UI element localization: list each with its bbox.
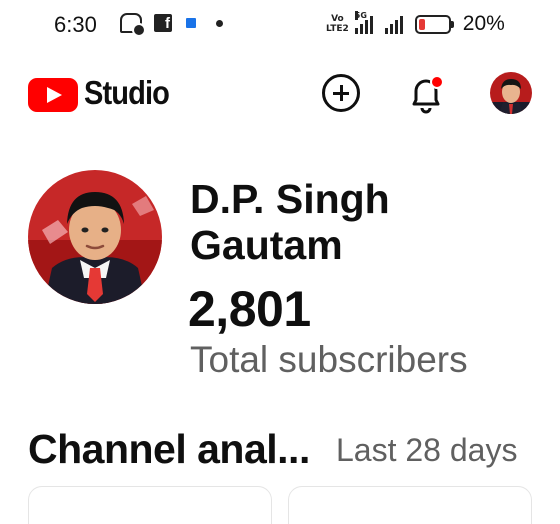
app-bar: Studio [0, 62, 560, 122]
channel-avatar[interactable] [28, 170, 162, 304]
analytics-card[interactable] [288, 486, 532, 524]
volte-label-top: Vo [331, 14, 344, 24]
status-bar: 6:30 f Vo LTE2 5G 20% [0, 0, 560, 48]
channel-name: D.P. Singh Gautam [190, 176, 390, 268]
notification-icons: f [120, 13, 223, 37]
signal-sim1-icon: 5G [354, 11, 373, 34]
more-notifications-dot-icon [216, 19, 223, 27]
battery-percent: 20% [462, 12, 505, 35]
analytics-date-range[interactable]: Last 28 days [336, 432, 517, 469]
youtube-logo-icon[interactable] [28, 78, 78, 112]
notification-badge [430, 75, 444, 89]
create-button[interactable] [322, 74, 360, 112]
status-time: 6:30 [54, 12, 97, 37]
account-avatar[interactable] [490, 72, 532, 114]
notifications-button[interactable] [406, 72, 446, 116]
subscriber-count: 2,801 [188, 281, 311, 337]
signal-sim2-icon [384, 14, 403, 34]
analytics-card[interactable] [28, 486, 272, 524]
system-icons: Vo LTE2 5G 20% [326, 11, 505, 36]
chat-notification-icon [120, 13, 146, 37]
volte-icon: Vo LTE2 [326, 14, 349, 34]
app-notification-icon [186, 18, 196, 28]
subscriber-label: Total subscribers [190, 339, 468, 380]
facebook-notification-icon: f [154, 14, 172, 32]
profile-photo-icon [490, 72, 532, 114]
channel-analytics-title[interactable]: Channel anal... [28, 426, 310, 473]
network-type-label: 5G [354, 11, 367, 20]
battery-level-fill [418, 18, 425, 30]
battery-icon [414, 14, 454, 34]
volte-label-bottom: LTE2 [326, 24, 349, 34]
studio-brand-label: Studio [84, 74, 170, 111]
channel-profile-photo-icon [28, 170, 162, 304]
